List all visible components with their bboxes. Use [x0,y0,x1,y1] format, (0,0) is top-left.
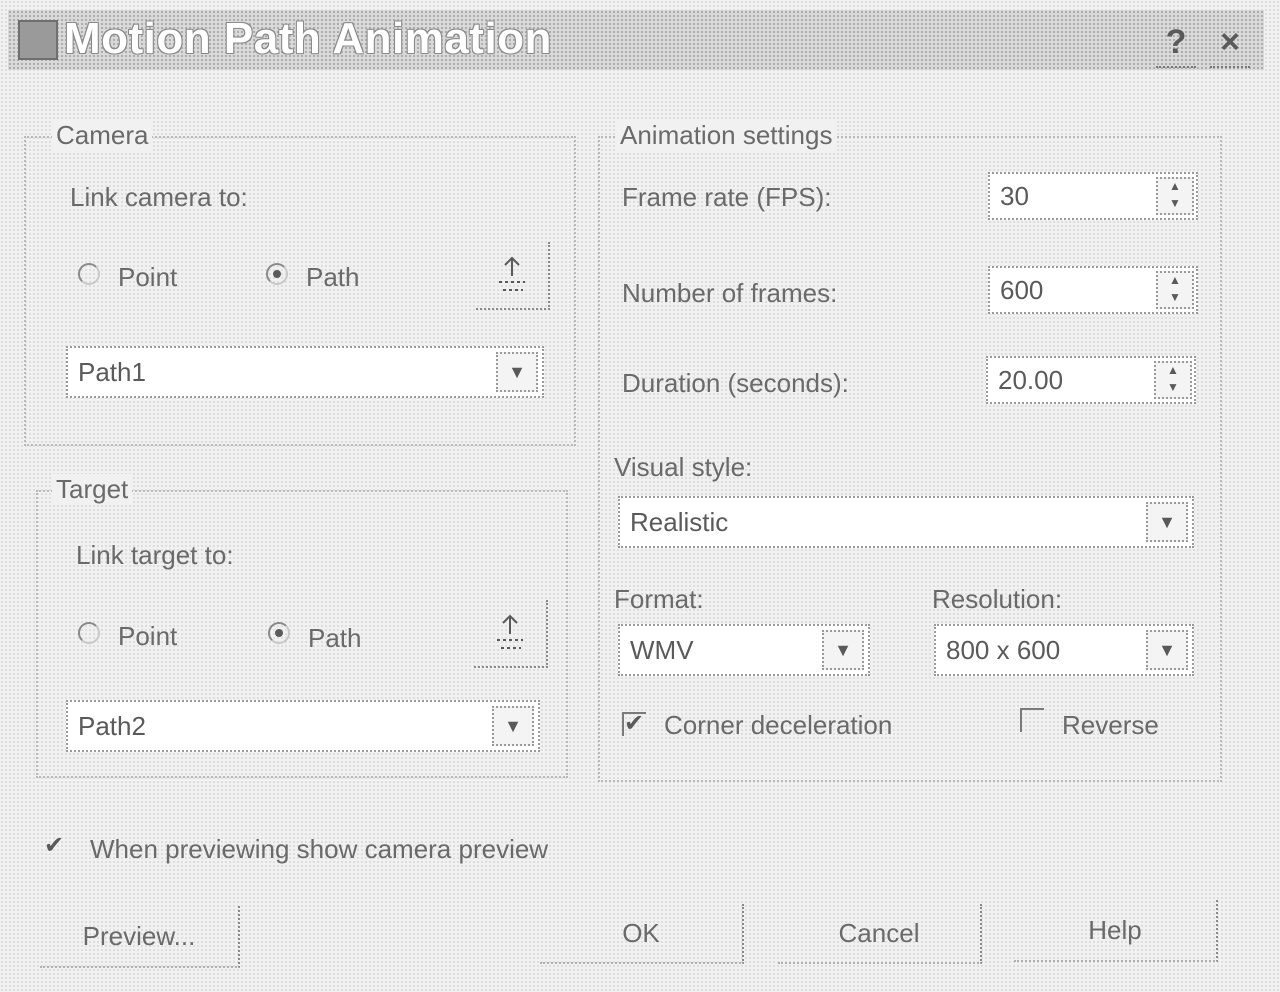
spinner-arrows-icon[interactable]: ▲ ▼ [1154,361,1192,399]
format-value: WMV [630,634,694,665]
radio-selected-dot [275,629,283,637]
target-group-label: Target [52,474,133,505]
visual-style-select[interactable]: Realistic ▼ [618,496,1194,548]
resolution-select[interactable]: 800 x 600 ▼ [934,624,1194,676]
help-icon[interactable]: ? [1156,18,1196,68]
frame-rate-value: 30 [1000,180,1029,211]
resolution-value: 800 x 600 [946,634,1061,665]
target-path-value: Path2 [78,710,146,741]
spinner-arrows-icon[interactable]: ▲ ▼ [1156,271,1194,309]
frame-rate-spinner[interactable]: 30 ▲ ▼ [988,172,1198,220]
cancel-button[interactable]: Cancel [778,904,982,964]
camera-pick-path-button[interactable] [476,242,550,310]
camera-radio-path[interactable] [266,263,288,285]
help-button[interactable]: Help [1014,900,1218,962]
radio-selected-dot [273,270,281,278]
spinner-arrows-icon[interactable]: ▲ ▼ [1156,177,1194,215]
format-label: Format: [614,584,704,614]
pick-path-icon [497,614,523,649]
close-icon[interactable]: × [1210,18,1250,68]
target-path-select[interactable]: Path2 ▼ [66,700,540,752]
target-radio-path[interactable] [268,622,290,644]
dialog-title: Motion Path Animation [64,14,552,63]
frame-rate-label: Frame rate (FPS): [622,182,832,212]
pick-path-icon [499,256,525,291]
corner-deceleration-label: Corner deceleration [664,710,893,740]
duration-value: 20.00 [998,364,1064,395]
chevron-down-icon[interactable]: ▼ [1146,630,1188,670]
link-target-label: Link target to: [76,540,234,570]
camera-path-select[interactable]: Path1 ▼ [66,346,544,398]
camera-preview-label: When previewing show camera preview [90,834,549,864]
chevron-down-icon[interactable]: ▼ [492,706,534,746]
target-radio-point-label: Point [118,621,178,651]
duration-label: Duration (seconds): [622,368,849,398]
target-radio-point[interactable] [78,622,100,644]
number-of-frames-spinner[interactable]: 600 ▲ ▼ [988,266,1198,314]
chevron-down-icon[interactable]: ▼ [822,630,864,670]
visual-style-label: Visual style: [614,452,753,482]
app-icon [18,20,58,60]
camera-group-label: Camera [52,120,153,151]
camera-preview-checkbox[interactable]: ✔ [44,834,68,860]
target-radio-path-label: Path [308,623,362,653]
chevron-down-icon[interactable]: ▼ [496,352,538,392]
reverse-checkbox[interactable] [1020,708,1044,732]
number-of-frames-value: 600 [1000,274,1044,305]
animation-settings-label: Animation settings [616,120,837,151]
duration-spinner[interactable]: 20.00 ▲ ▼ [986,356,1196,404]
resolution-label: Resolution: [932,584,1063,614]
visual-style-value: Realistic [630,506,729,537]
ok-button[interactable]: OK [540,904,744,964]
camera-radio-path-label: Path [306,262,360,292]
corner-deceleration-checkbox[interactable]: ✔ [622,712,646,736]
chevron-down-icon[interactable]: ▼ [1146,502,1188,542]
preview-button[interactable]: Preview... [40,906,240,968]
format-select[interactable]: WMV ▼ [618,624,870,676]
camera-radio-point[interactable] [78,263,100,285]
reverse-label: Reverse [1062,710,1159,740]
camera-radio-point-label: Point [118,262,178,292]
number-of-frames-label: Number of frames: [622,278,838,308]
target-pick-path-button[interactable] [474,600,548,668]
camera-path-value: Path1 [78,356,146,387]
link-camera-label: Link camera to: [70,182,248,212]
